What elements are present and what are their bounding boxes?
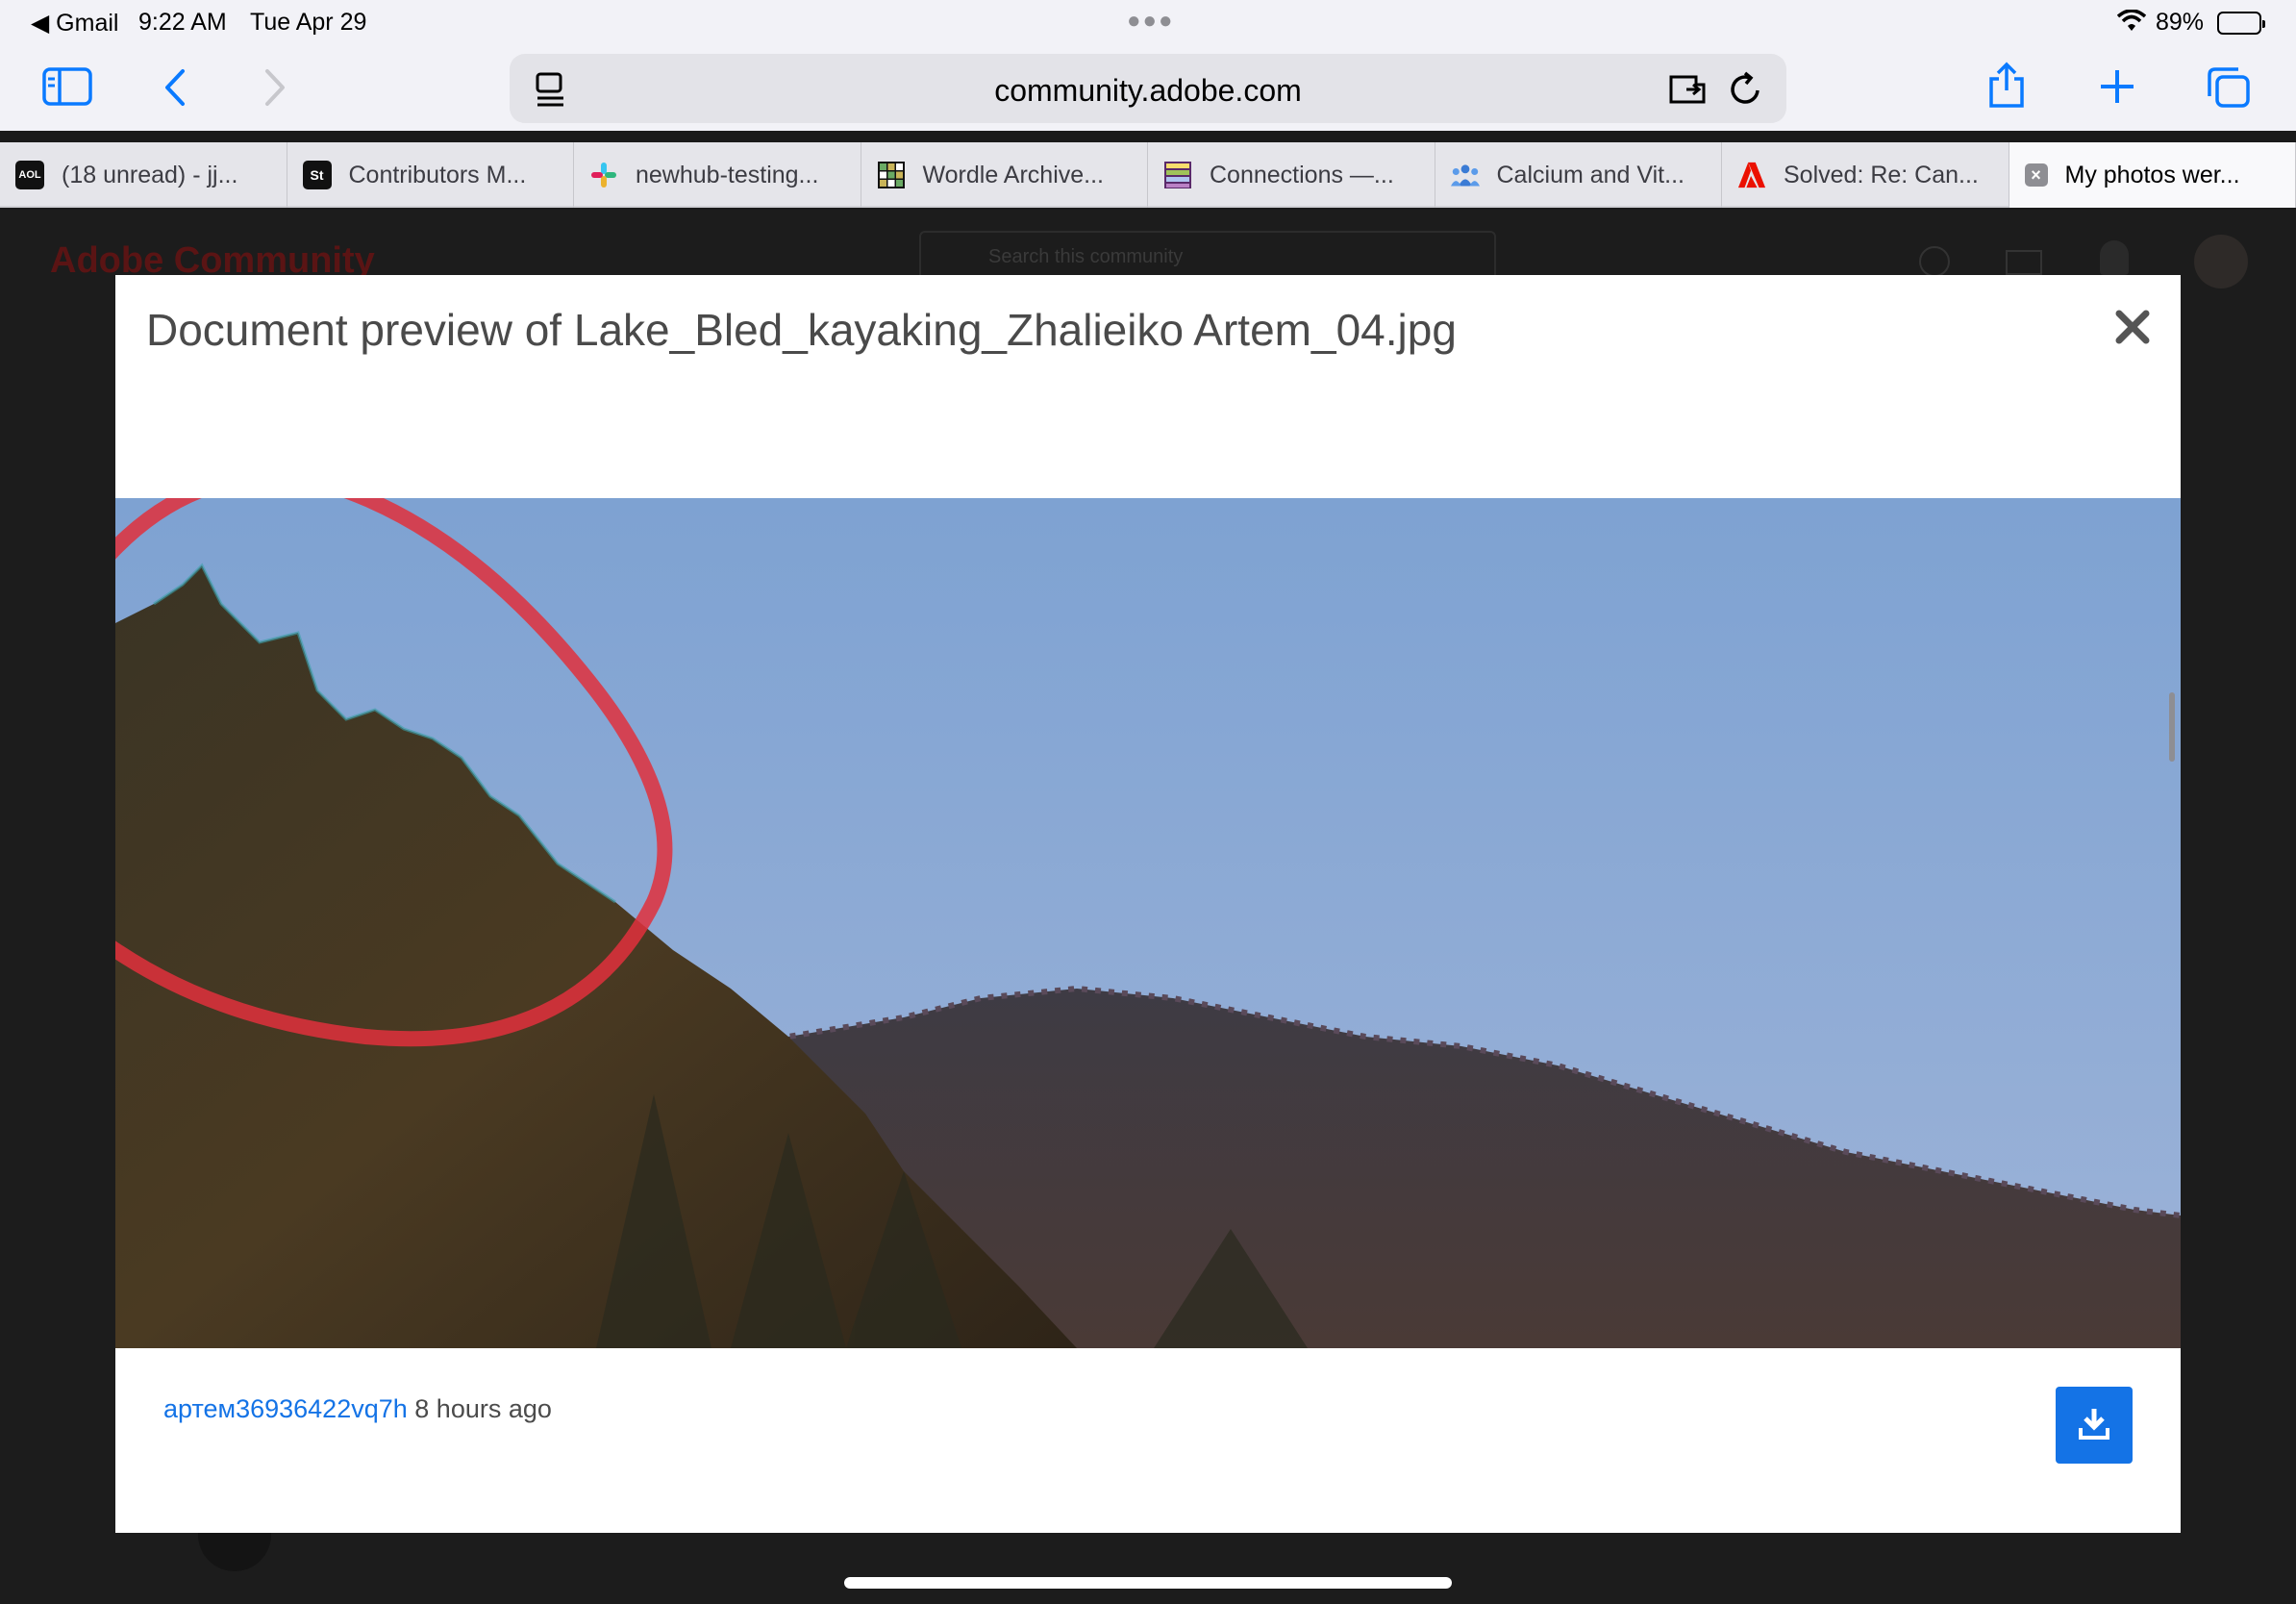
sidebar-toggle-icon[interactable] xyxy=(42,67,92,111)
people-icon xyxy=(1450,161,1480,189)
document-preview-modal: Document preview of Lake_Bled_kayaking_Z… xyxy=(115,275,2181,1533)
url-text[interactable]: community.adobe.com xyxy=(510,73,1786,109)
tab-strip: AOL (18 unread) - jj... St Contributors … xyxy=(0,142,2296,208)
tab-contributors[interactable]: St Contributors M... xyxy=(287,142,574,208)
globe-icon xyxy=(1919,246,1950,277)
uploader-info: артем36936422vq7h 8 hours ago xyxy=(163,1394,552,1424)
wifi-icon xyxy=(2116,9,2147,39)
new-tab-icon[interactable] xyxy=(2098,67,2136,111)
slack-icon xyxy=(589,161,618,189)
tab-label: Connections —... xyxy=(1210,161,1394,188)
notification-bell-icon xyxy=(2100,240,2129,275)
upload-time: 8 hours ago xyxy=(414,1394,552,1423)
tab-connections[interactable]: Connections —... xyxy=(1148,142,1435,208)
close-tab-icon[interactable]: × xyxy=(2024,163,2048,187)
tab-label: Contributors M... xyxy=(348,161,527,188)
close-icon[interactable] xyxy=(2113,308,2152,346)
address-bar[interactable]: community.adobe.com xyxy=(510,54,1786,123)
tab-slack[interactable]: newhub-testing... xyxy=(574,142,861,208)
tab-label: newhub-testing... xyxy=(636,161,819,188)
tab-label: Wordle Archive... xyxy=(922,161,1105,188)
multitasking-dots-icon[interactable]: ●●● xyxy=(1127,8,1175,35)
battery-icon xyxy=(2217,12,2265,35)
status-bar: ◀ Gmail 9:22 AM Tue Apr 29 ●●● 89% xyxy=(0,0,2296,46)
tab-overview-icon[interactable] xyxy=(2206,65,2252,114)
tab-gmail[interactable]: AOL (18 unread) - jj... xyxy=(0,142,287,208)
tab-wordle[interactable]: Wordle Archive... xyxy=(861,142,1148,208)
tab-solved[interactable]: Solved: Re: Can... xyxy=(1722,142,2009,208)
connections-grid-icon xyxy=(1163,161,1192,189)
reload-icon[interactable] xyxy=(1729,71,1763,113)
browser-toolbar: community.adobe.com xyxy=(0,46,2296,131)
tab-label: (18 unread) - jj... xyxy=(62,161,238,188)
wordle-grid-icon xyxy=(877,161,906,189)
status-date: Tue Apr 29 xyxy=(250,9,367,36)
uploader-link[interactable]: артем36936422vq7h xyxy=(163,1394,408,1423)
back-to-app-link[interactable]: ◀ Gmail xyxy=(31,9,118,38)
back-icon[interactable] xyxy=(162,67,188,113)
tab-label: Solved: Re: Can... xyxy=(1784,161,1979,188)
home-indicator[interactable] xyxy=(844,1577,1452,1589)
adobe-stock-icon: St xyxy=(302,161,332,189)
extension-icon[interactable] xyxy=(1667,73,1710,111)
aol-icon: AOL xyxy=(15,161,44,189)
modal-title: Document preview of Lake_Bled_kayaking_Z… xyxy=(146,305,1457,355)
adobe-icon xyxy=(1737,161,1766,189)
forward-icon[interactable] xyxy=(262,67,288,113)
status-time: 9:22 AM xyxy=(138,9,227,36)
image-preview xyxy=(115,498,2181,1348)
scroll-indicator[interactable] xyxy=(2169,692,2175,762)
share-icon[interactable] xyxy=(1986,62,2027,114)
tab-calcium[interactable]: Calcium and Vit... xyxy=(1435,142,1722,208)
download-icon xyxy=(2079,1407,2109,1444)
battery-percent: 89% xyxy=(2156,9,2205,36)
tab-label: Calcium and Vit... xyxy=(1496,161,1685,188)
tab-label: My photos wer... xyxy=(2064,161,2240,188)
avatar xyxy=(2194,235,2248,288)
tab-my-photos[interactable]: × My photos wer... xyxy=(2009,142,2296,208)
annotation-circle xyxy=(115,498,673,1047)
download-button[interactable] xyxy=(2056,1387,2133,1464)
mail-icon xyxy=(2006,250,2042,275)
